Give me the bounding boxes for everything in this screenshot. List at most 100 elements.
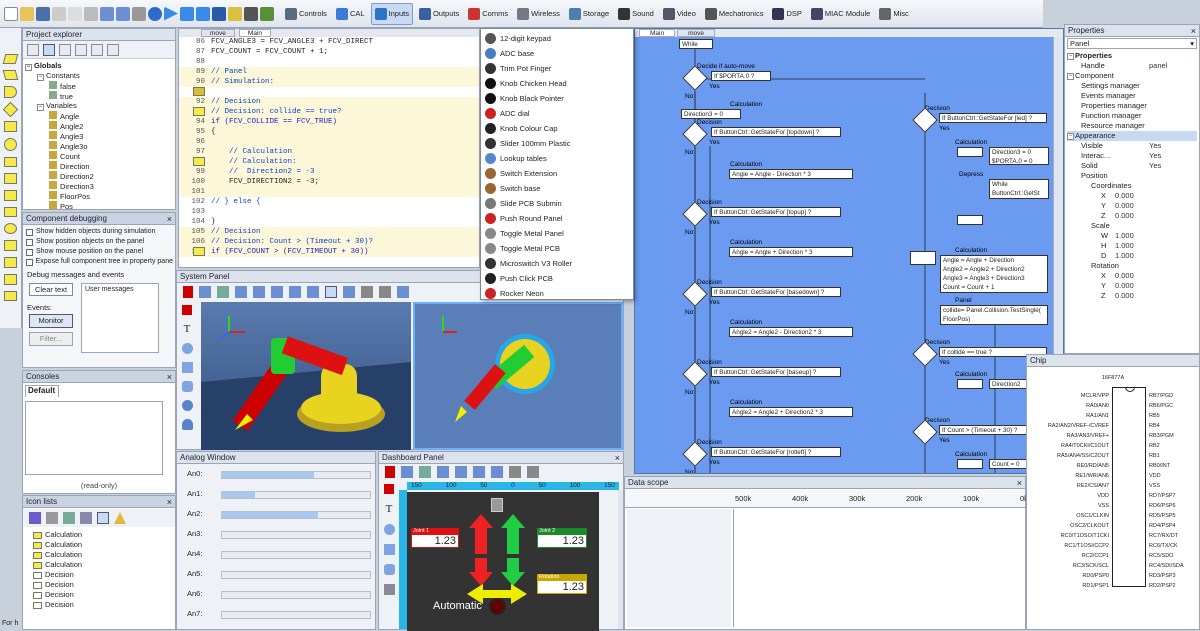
user-messages-box[interactable]: User messages [81, 283, 159, 353]
code-line[interactable]: 102// } else { [179, 197, 479, 207]
code-line[interactable]: 101 [179, 187, 479, 197]
simulation-icon[interactable] [4, 274, 17, 285]
flow-calculation-box[interactable]: While ButtonCtrl::GetSt [989, 179, 1049, 199]
chip-pin[interactable]: RE1/WR/AN6 [1027, 471, 1109, 481]
code-line[interactable]: 92// Decision [179, 97, 479, 107]
monitor-button[interactable]: Monitor [29, 314, 73, 328]
flow-connector-box[interactable] [957, 379, 983, 389]
menu-item-switch-base[interactable]: Switch base [481, 181, 633, 196]
square-tool-icon[interactable] [181, 362, 193, 373]
close-icon[interactable]: × [167, 371, 172, 383]
view-2d-icon[interactable] [325, 286, 337, 298]
flow-decision-box[interactable]: If ButtonCtrl::GetStateFor [led] ? [939, 113, 1047, 123]
property-row[interactable]: X 0.000 [1067, 271, 1197, 281]
tree-item[interactable]: Angle2 [25, 121, 173, 131]
rounded-tool-icon[interactable] [383, 564, 395, 575]
property-row[interactable]: Resource manager [1067, 121, 1197, 131]
property-row[interactable]: Z 0.000 [1067, 211, 1197, 221]
view-3d-icon[interactable] [343, 286, 355, 298]
chip-pin[interactable]: RC3/SCK/SCL [1027, 561, 1109, 571]
property-row[interactable]: − Appearance [1067, 131, 1197, 141]
menu-item-toggle-metal-pcb[interactable]: Toggle Metal PCB [481, 241, 633, 256]
flow-calculation-box[interactable]: collide= Panel.Collision.TestSingle( Flo… [940, 305, 1048, 325]
list-icon[interactable] [46, 512, 58, 524]
properties-selector[interactable]: Panel ▾ [1067, 38, 1197, 49]
chip-pin[interactable]: RB5 [1149, 411, 1200, 421]
paste-icon[interactable] [84, 6, 98, 21]
interrupt-icon[interactable] [4, 223, 17, 234]
3d-view-perspective[interactable] [201, 302, 411, 450]
console-output[interactable] [25, 401, 163, 475]
macros-view-icon[interactable] [59, 44, 71, 56]
debug-option[interactable]: Show position objects on the panel [26, 237, 173, 247]
step-icon[interactable] [180, 6, 194, 21]
pencil-icon[interactable] [419, 466, 431, 478]
menu-item-microswitch-v3-roller[interactable]: Microswitch V3 Roller [481, 256, 633, 271]
property-value[interactable]: 0.000 [1115, 191, 1134, 201]
code-line[interactable]: 86 FCV_ANGLE3 = FCV_ANGLE3 + FCV_DIRECT [179, 37, 479, 47]
property-row[interactable]: Settings manager [1067, 81, 1197, 91]
help-icon[interactable] [148, 6, 162, 21]
menu-item-toggle-metal-panel[interactable]: Toggle Metal Panel [481, 226, 633, 241]
rotate-icon[interactable] [253, 286, 265, 298]
chip-pin[interactable]: RB7/PGD [1149, 391, 1200, 401]
chip-pin[interactable]: RB0/INT [1149, 461, 1200, 471]
checkbox[interactable] [26, 248, 33, 256]
tree-item[interactable]: true [25, 91, 173, 101]
menu-item-push-click-pcb[interactable]: Push Click PCB [481, 271, 633, 286]
property-row[interactable]: Interac... Yes [1067, 151, 1197, 161]
menu-comms[interactable]: Comms [465, 3, 511, 25]
chip-pin[interactable]: RD1/PSP1 [1027, 581, 1109, 591]
code-line[interactable]: 87 FCV_COUNT = FCV_COUNT + 1; [179, 47, 479, 57]
code-line[interactable]: 100 FCV_DIRECTION2 = -3; [179, 177, 479, 187]
tree-item[interactable]: Angle [25, 111, 173, 121]
rounded-tool-icon[interactable] [181, 381, 193, 392]
macro-icon[interactable] [4, 173, 17, 184]
chip-pin[interactable]: RD2/PSP2 [1149, 581, 1200, 591]
tree-item[interactable]: Count [25, 151, 173, 161]
icon-list-item[interactable]: Calculation [27, 530, 171, 540]
code-line[interactable]: 88 [179, 57, 479, 67]
flow-decision-box[interactable]: If ButtonCtrl::GetStateFor [topdown] ? [711, 127, 841, 137]
property-row[interactable]: X 0.000 [1067, 191, 1197, 201]
chip-pin[interactable]: RA5/AN4/SS/C2OUT [1027, 451, 1109, 461]
tree-item[interactable]: Direction3 [25, 181, 173, 191]
flow-decision-box[interactable]: If ButtonCtrl::GetStateFor [topup] ? [711, 207, 841, 217]
flow-decision-box[interactable]: If $PORTA.0 ? [711, 71, 771, 81]
chip-icon[interactable] [244, 6, 258, 21]
chip-pin[interactable]: RC6/TX/CK [1149, 541, 1200, 551]
tree-item[interactable]: Angle3o [25, 141, 173, 151]
property-row[interactable]: Rotation [1067, 261, 1197, 271]
loop-icon[interactable] [4, 157, 17, 167]
icon-list-item[interactable]: Calculation [27, 540, 171, 550]
menu-item-knob-black-pointer[interactable]: Knob Black Pointer [481, 91, 633, 106]
settings-icon[interactable] [509, 466, 521, 478]
property-row[interactable]: Function manager [1067, 111, 1197, 121]
code-line[interactable]: 99 // Direction2 = -3 [179, 167, 479, 177]
calculation-icon[interactable] [4, 207, 17, 217]
flowchart-view-icon[interactable] [27, 44, 39, 56]
wrench-icon[interactable] [527, 466, 539, 478]
decision-icon[interactable] [2, 101, 19, 118]
code-line[interactable]: 94 if (FCV_COLLIDE == FCV_TRUE) [179, 117, 479, 127]
menu-storage[interactable]: Storage [566, 3, 612, 25]
cylinder-tool-icon[interactable] [181, 419, 193, 430]
close-icon[interactable]: × [1017, 477, 1022, 489]
chip-pin[interactable]: RD6/PSP6 [1149, 501, 1200, 511]
collapse-icon[interactable]: − [1067, 53, 1074, 60]
chip-pin[interactable]: RB4 [1149, 421, 1200, 431]
flow-calculation-box[interactable]: Angle = Angle - Direction * 3 [729, 169, 853, 179]
flow-connector-box[interactable] [957, 459, 983, 469]
property-value[interactable]: Yes [1149, 161, 1161, 171]
tree-item[interactable]: Direction [25, 161, 173, 171]
move-icon[interactable] [401, 466, 413, 478]
property-row[interactable]: Solid Yes [1067, 161, 1197, 171]
tree-item[interactable]: false [25, 81, 173, 91]
close-icon[interactable]: × [167, 213, 172, 225]
property-value[interactable]: 0.000 [1115, 201, 1134, 211]
property-row[interactable]: Scale [1067, 221, 1197, 231]
code-line[interactable]: 104} [179, 217, 479, 227]
chip-pin[interactable]: VSS [1027, 501, 1109, 511]
pan-icon[interactable] [473, 466, 485, 478]
text-tool-icon[interactable]: T [386, 503, 393, 515]
